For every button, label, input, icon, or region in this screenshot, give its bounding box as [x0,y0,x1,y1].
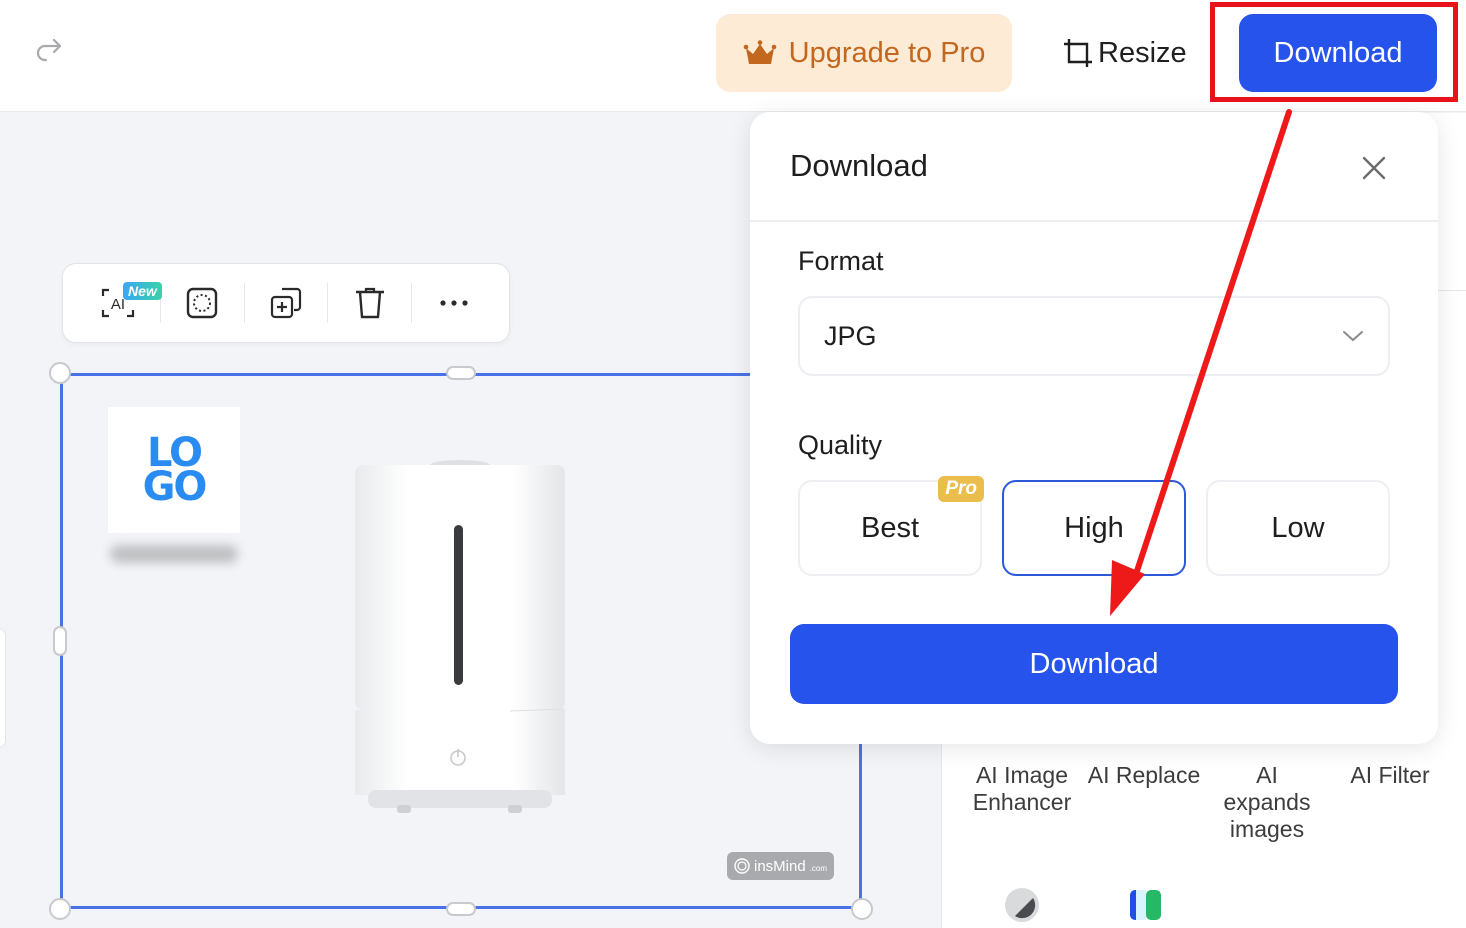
feature-ai-filter[interactable]: AI Filter [1338,762,1442,789]
download-popover: Download Format JPG Quality Best Pro Hig… [750,112,1438,744]
more-tool-button[interactable] [412,274,495,332]
enhancer-tool-icon[interactable] [1003,886,1041,924]
format-value: JPG [824,320,877,351]
feature-ai-expands-images[interactable]: AI expands images [1216,762,1318,843]
close-button[interactable] [1356,150,1392,186]
delete-tool-button[interactable] [328,274,411,332]
new-badge: New [123,282,162,300]
redo-button[interactable] [30,34,70,70]
duplicate-icon [270,287,302,319]
crown-icon [743,40,776,64]
quality-low-label: Low [1271,511,1325,544]
top-bar: Upgrade to Pro Resize Download [0,0,1466,112]
selection-icon [187,287,218,319]
resize-label: Resize [1098,36,1187,69]
upgrade-to-pro-button[interactable]: Upgrade to Pro [716,14,1012,92]
quality-best-label: Best [860,511,920,544]
resize-handle-top[interactable] [446,366,476,380]
replace-tool-icon[interactable] [1127,886,1165,924]
ai-tool-button[interactable]: AI New [77,274,162,332]
quality-option-best[interactable]: Best Pro [798,476,984,576]
resize-button[interactable]: Resize [1062,26,1187,80]
chevron-down-icon [1343,331,1363,342]
crop-icon [1064,39,1092,67]
quality-high-label: High [1064,511,1124,544]
redo-icon [36,38,62,62]
feature-ai-image-enhancer[interactable]: AI Image Enhancer [962,762,1082,816]
quality-label: Quality [798,430,883,460]
quality-option-low[interactable]: Low [1206,480,1390,576]
upgrade-label: Upgrade to Pro [788,36,986,69]
resize-handle-top-left[interactable] [49,362,71,384]
format-label: Format [798,246,884,276]
more-icon [439,300,468,306]
popover-divider [750,220,1438,222]
right-panel-divider [1438,290,1466,291]
popover-download-button[interactable]: Download [790,624,1398,704]
close-icon [1362,156,1386,180]
format-select[interactable]: JPG [798,296,1390,376]
left-edge-panel [0,628,6,748]
duplicate-tool-button[interactable] [245,274,328,332]
top-download-button[interactable]: Download [1239,14,1437,92]
resize-handle-bottom-left[interactable] [49,898,71,920]
floating-toolbar: AI New [62,263,510,343]
pro-badge: Pro [938,476,984,502]
popover-title: Download [790,148,928,183]
quality-option-high[interactable]: High [1002,480,1186,576]
trash-icon [355,287,384,319]
resize-handle-bottom-right[interactable] [851,898,873,920]
selection-frame [60,373,862,909]
select-tool-button[interactable] [161,274,244,332]
resize-handle-bottom[interactable] [446,902,476,916]
feature-ai-replace[interactable]: AI Replace [1084,762,1204,789]
resize-handle-left[interactable] [53,626,67,656]
